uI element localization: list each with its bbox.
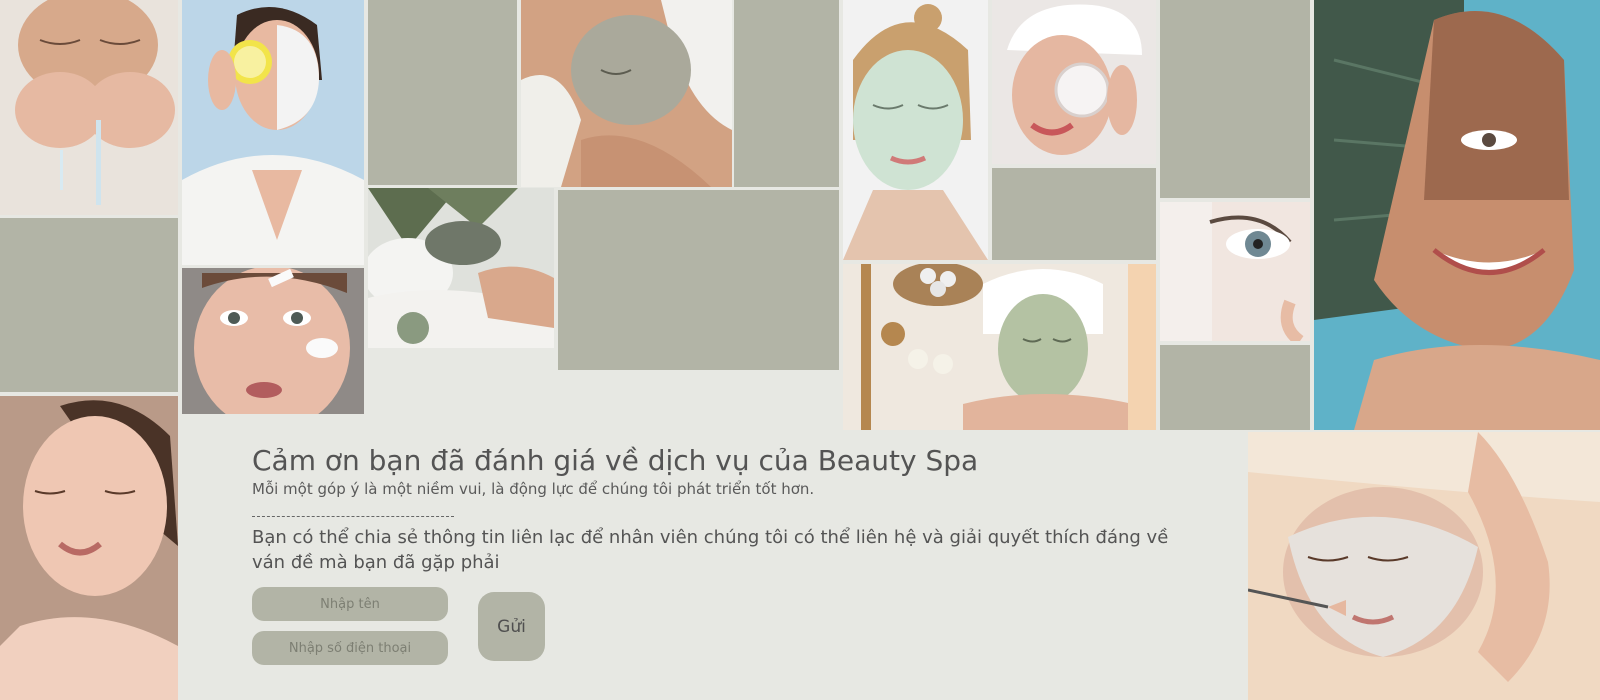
face-washing-photo-icon [0, 0, 178, 215]
phone-input[interactable] [252, 631, 448, 665]
coffee-scrub-leaf-photo-icon [1314, 0, 1600, 430]
spa-mask-lying-photo-icon [368, 188, 554, 348]
cream-jar-photo-icon [992, 0, 1156, 164]
placeholder-tile [558, 190, 839, 370]
clay-mask-towel-photo-icon [521, 0, 732, 187]
placeholder-tile [0, 218, 178, 392]
name-input[interactable] [252, 587, 448, 621]
submit-button[interactable]: Gửi [478, 592, 545, 661]
placeholder-tile [734, 0, 839, 187]
facial-brush-treatment-photo-icon [1248, 432, 1600, 700]
placeholder-tile [1160, 0, 1310, 198]
spa-stones-mask-photo-icon [843, 264, 1156, 430]
peel-mask-photo-icon [843, 0, 988, 260]
placeholder-tile [1160, 345, 1310, 430]
eye-closeup-photo-icon [1160, 202, 1310, 341]
contact-description: Bạn có thể chia sẻ thông tin liên lạc để… [252, 527, 1169, 573]
divider [252, 516, 454, 517]
page-title: Cảm ơn bạn đã đánh giá về dịch vụ của Be… [252, 444, 979, 477]
placeholder-tile [368, 0, 517, 185]
page-subtitle: Mỗi một góp ý là một niềm vui, là động l… [252, 480, 815, 498]
lemon-face-mask-photo-icon [182, 0, 364, 265]
mask-cheek-surprised-photo-icon [182, 268, 364, 414]
smiling-woman-photo-icon [0, 396, 178, 700]
placeholder-tile [992, 168, 1156, 260]
